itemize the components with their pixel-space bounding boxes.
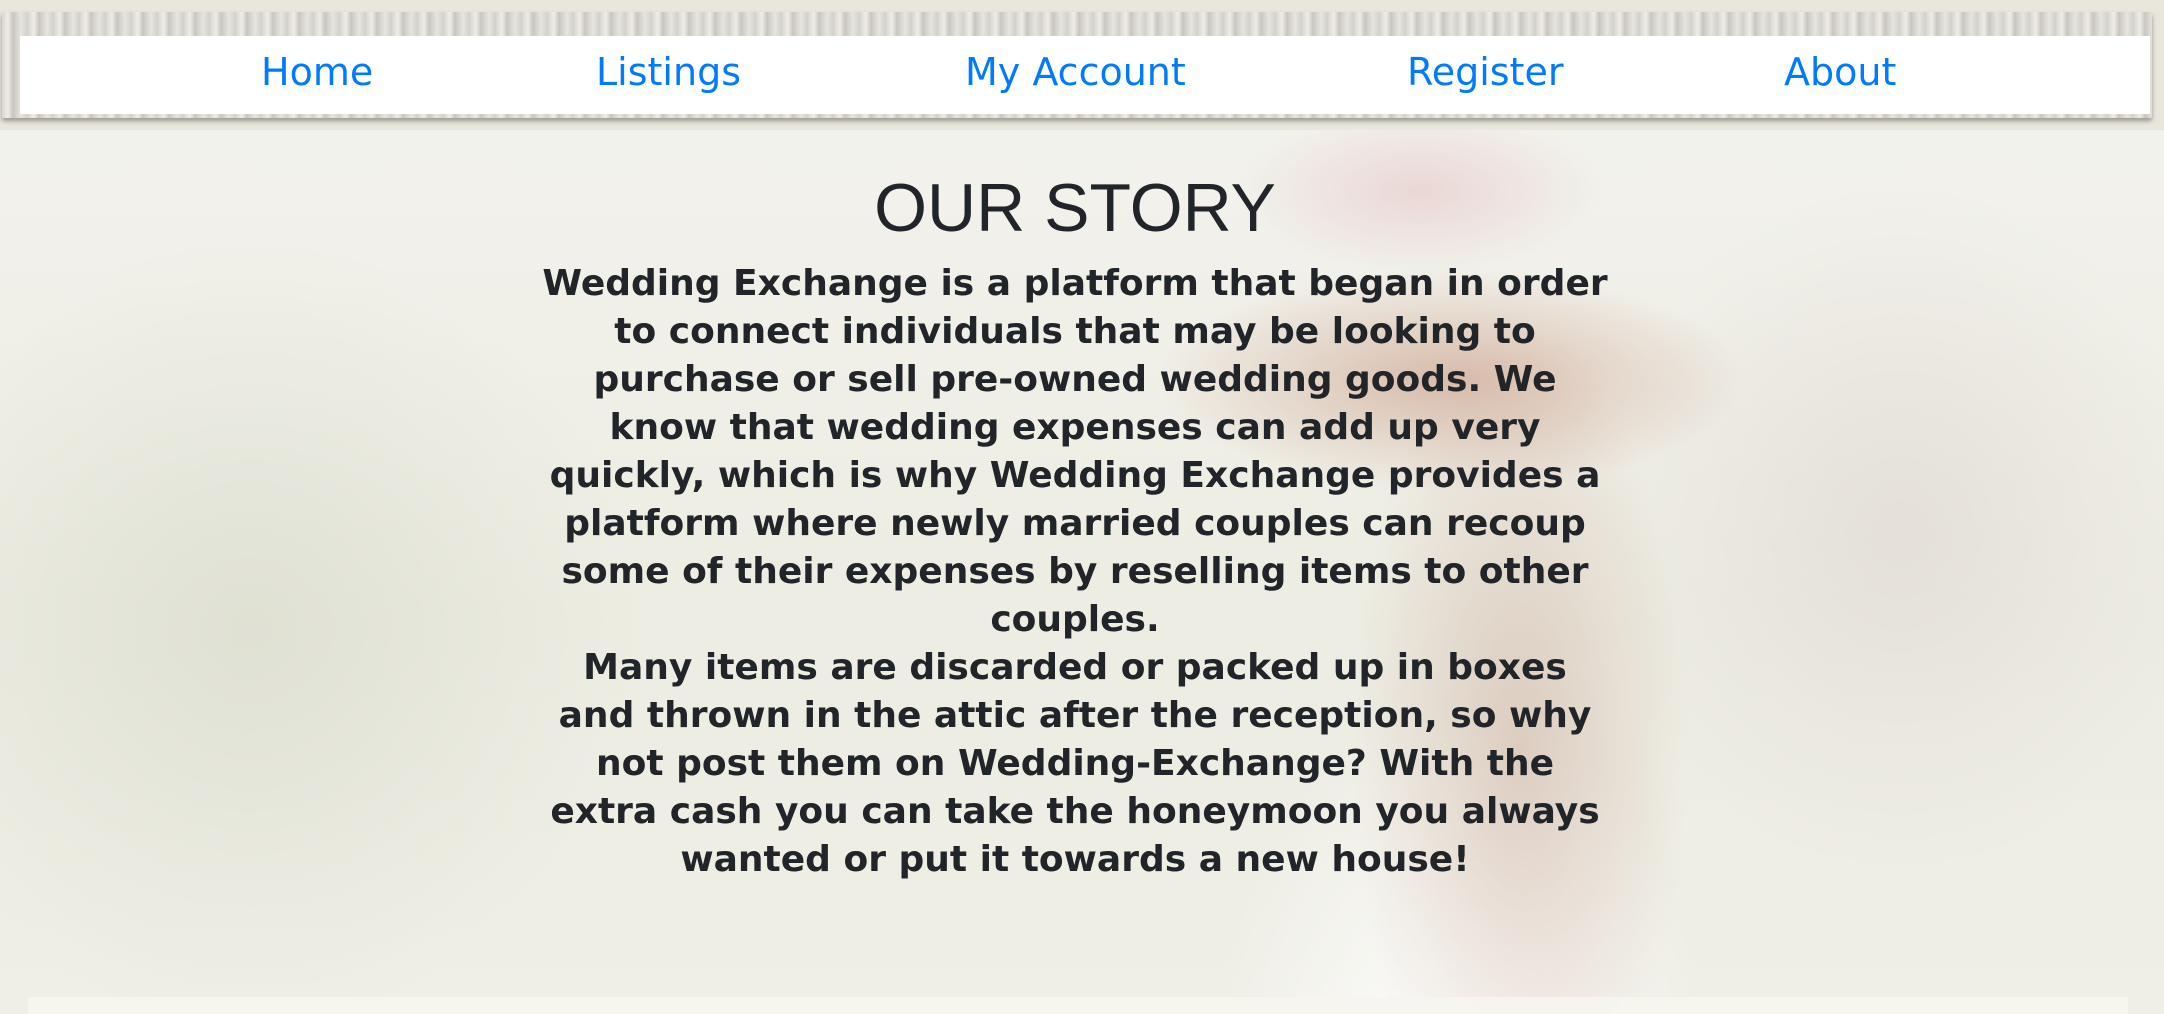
footer-strip [28,997,2128,1014]
nav-register-link[interactable]: Register [1407,48,1563,96]
story-section: OUR STORY Wedding Exchange is a platform… [540,168,1610,884]
nav-about-link[interactable]: About [1784,48,1896,96]
nav-my-account-link[interactable]: My Account [965,48,1186,96]
story-paragraph-1: Wedding Exchange is a platform that bega… [542,263,1608,640]
page-title: OUR STORY [874,170,1276,246]
story-paragraph-2: Many items are discarded or packed up in… [550,647,1600,880]
nav-listings-link[interactable]: Listings [596,48,741,96]
nav-home-link[interactable]: Home [261,48,373,96]
navbar: Home Listings My Account Register About [2,12,2152,118]
